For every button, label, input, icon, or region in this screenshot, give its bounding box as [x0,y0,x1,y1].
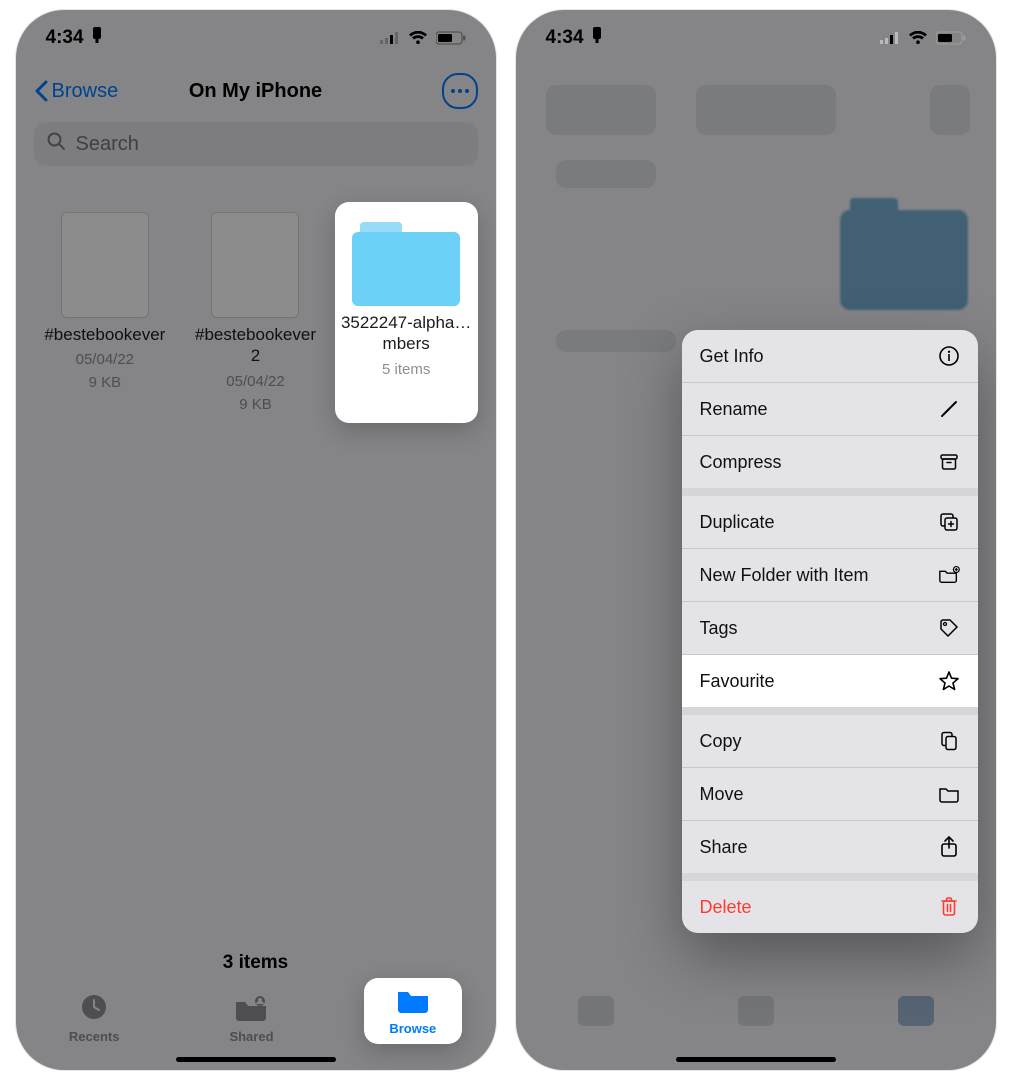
file-name: #bestebookever [44,324,165,345]
shared-folder-icon [234,994,268,1025]
ellipsis-icon [451,89,469,93]
clock-icon [79,992,109,1025]
folder-icon [352,222,460,306]
folder-icon [396,986,430,1017]
file-thumb-icon [61,212,149,318]
folder-item-selected[interactable]: 3522247-alpha…mbers 5 items [335,202,478,423]
signal-icon [880,32,900,44]
menu-compress[interactable]: Compress [682,436,978,488]
menu-label: Get Info [700,346,764,367]
status-bar: 4:34 [16,10,496,66]
folder-name: 3522247-alpha…mbers [339,312,474,355]
phone-right: 4:34 [516,10,996,1070]
file-grid: #bestebookever 05/04/22 9 KB #bestebooke… [16,172,496,453]
menu-label: New Folder with Item [700,565,869,586]
menu-get-info[interactable]: Get Info [682,330,978,382]
item-count: 3 items [223,952,288,974]
back-button[interactable]: Browse [34,80,119,103]
menu-label: Share [700,837,748,858]
tab-label: Shared [229,1029,273,1044]
menu-label: Delete [700,897,752,918]
home-indicator[interactable] [676,1057,836,1062]
tab-label: Recents [69,1029,120,1044]
phone-left: 4:34 Browse On [16,10,496,1070]
search-field[interactable] [34,122,478,166]
home-indicator[interactable] [176,1057,336,1062]
archive-icon [938,451,960,473]
duplicate-icon [938,511,960,533]
menu-label: Duplicate [700,512,775,533]
menu-label: Tags [700,618,738,639]
folder-plus-icon [938,564,960,586]
menu-move[interactable]: Move [682,768,978,820]
file-item[interactable]: #bestebookever 05/04/22 9 KB [34,202,177,423]
trash-icon [938,896,960,918]
tab-label: Browse [389,1021,436,1036]
menu-label: Move [700,784,744,805]
location-icon [90,27,104,49]
location-icon [590,27,604,49]
folder-count: 5 items [382,361,430,378]
menu-copy[interactable]: Copy [682,715,978,767]
battery-icon [936,31,966,45]
tab-browse[interactable]: Browse [364,978,462,1044]
tab-recents[interactable]: Recents [49,992,139,1044]
menu-duplicate[interactable]: Duplicate [682,496,978,548]
menu-label: Compress [700,452,782,473]
pencil-icon [938,398,960,420]
context-menu: Get Info Rename Compress D [682,330,978,933]
tag-icon [938,617,960,639]
menu-label: Rename [700,399,768,420]
file-size: 9 KB [89,374,122,391]
file-thumb-icon [211,212,299,318]
back-label: Browse [52,80,119,103]
menu-favourite[interactable]: Favourite [682,655,978,707]
status-time: 4:34 [46,27,84,49]
file-date: 05/04/22 [226,373,284,390]
status-time: 4:34 [546,27,584,49]
dim-overlay [16,10,496,1070]
footer: 3 items Recents Shared [16,950,496,1070]
menu-tags[interactable]: Tags [682,602,978,654]
nav-bar: Browse On My iPhone [16,66,496,116]
share-icon [938,836,960,858]
wifi-icon [408,31,428,45]
star-icon [938,670,960,692]
more-button[interactable] [442,73,478,109]
menu-share[interactable]: Share [682,821,978,873]
menu-rename[interactable]: Rename [682,383,978,435]
search-input[interactable] [74,132,466,157]
copy-icon [938,730,960,752]
wifi-icon [908,31,928,45]
tab-shared[interactable]: Shared [206,994,296,1044]
file-date: 05/04/22 [76,351,134,368]
signal-icon [380,32,400,44]
file-name: #bestebookever 2 [188,324,323,367]
folder-icon [938,783,960,805]
info-icon [938,345,960,367]
menu-delete[interactable]: Delete [682,881,978,933]
battery-icon [436,31,466,45]
menu-label: Copy [700,731,742,752]
menu-label: Favourite [700,671,775,692]
file-item[interactable]: #bestebookever 2 05/04/22 9 KB [184,202,327,423]
search-icon [46,131,66,157]
status-bar: 4:34 [516,10,996,66]
menu-new-folder[interactable]: New Folder with Item [682,549,978,601]
file-size: 9 KB [239,396,272,413]
